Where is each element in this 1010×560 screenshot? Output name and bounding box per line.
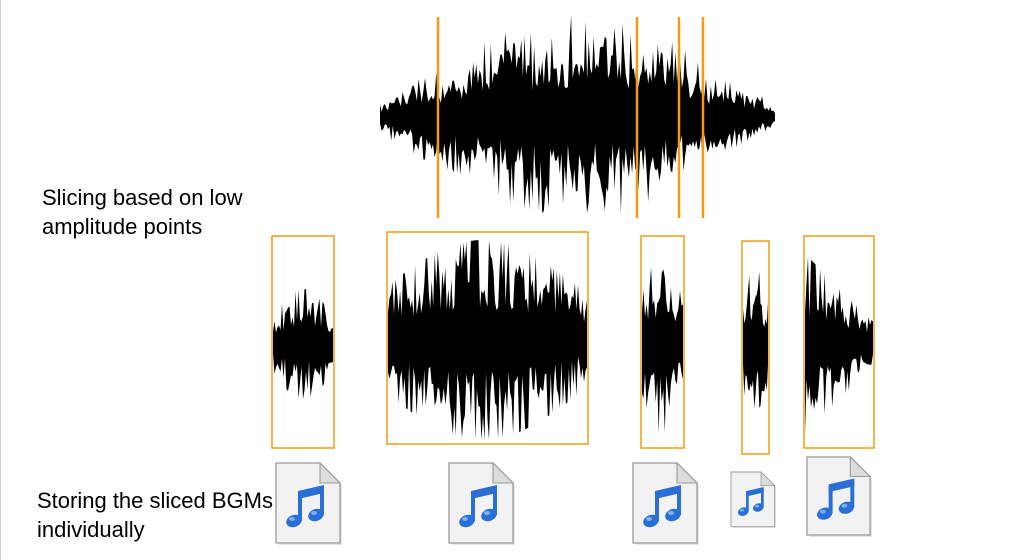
segment-waveform-2 <box>388 240 587 440</box>
segment-4 <box>741 240 770 455</box>
slicing-diagram <box>271 15 875 545</box>
segment-waveform-3 <box>642 267 683 433</box>
audio-file-icon <box>730 471 776 528</box>
segment-5 <box>803 235 875 449</box>
segment-waveform-4 <box>743 271 768 409</box>
audio-file-icon <box>275 461 342 545</box>
segment-3 <box>640 235 685 449</box>
segment-2 <box>386 231 589 445</box>
audio-file-icon <box>806 455 872 537</box>
audio-file-icon <box>632 461 699 545</box>
segment-waveform-5 <box>805 257 873 434</box>
audio-file-icon <box>448 461 515 545</box>
segment-waveform-1 <box>273 289 333 399</box>
segment-1 <box>271 235 335 449</box>
